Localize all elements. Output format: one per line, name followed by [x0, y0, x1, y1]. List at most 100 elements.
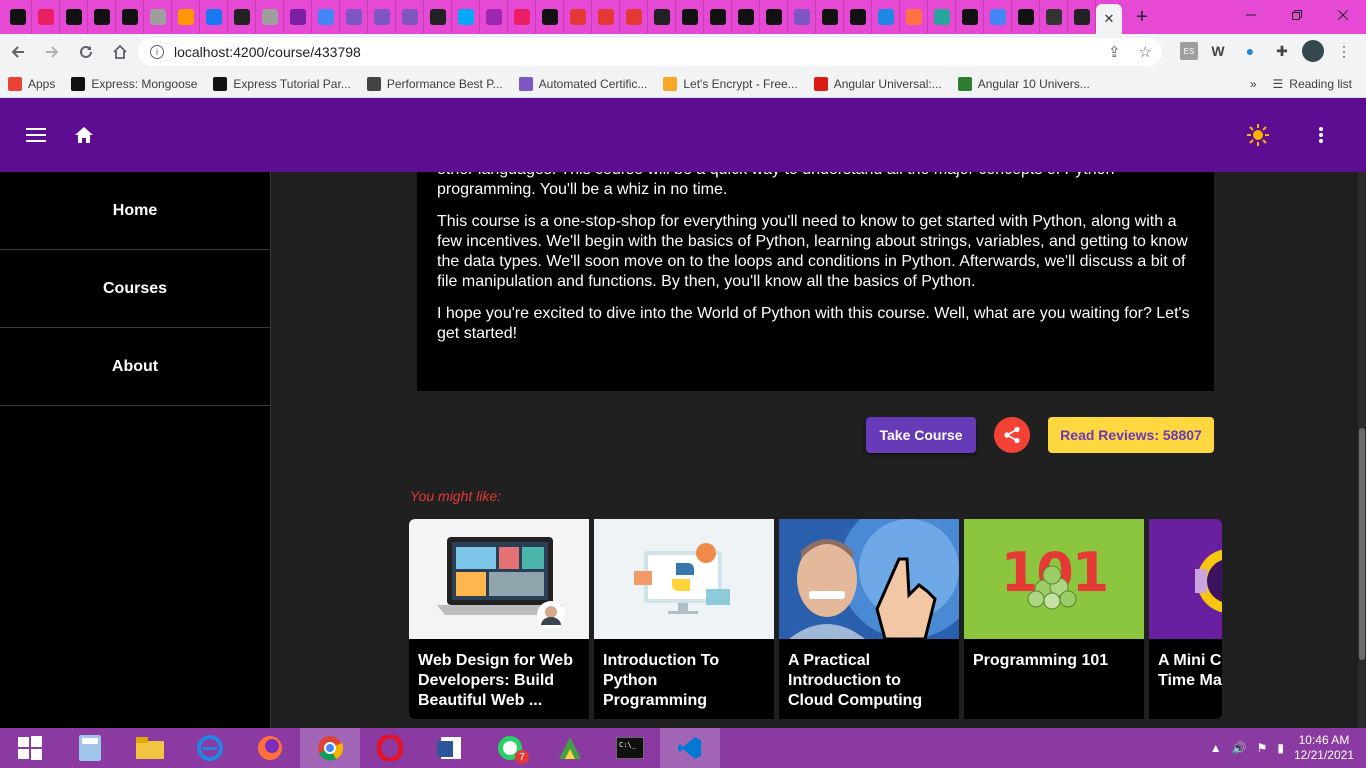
take-course-button[interactable]: Take Course — [866, 417, 976, 453]
vscode-icon[interactable] — [660, 728, 720, 768]
pinned-tab[interactable] — [564, 0, 592, 34]
url-bar[interactable]: i localhost:4200/course/433798 ⇪ ☆ — [138, 38, 1162, 66]
reload-icon[interactable] — [70, 36, 102, 68]
terminal-icon[interactable]: C:\_ — [600, 728, 660, 768]
pinned-tab[interactable] — [144, 0, 172, 34]
firefox-icon[interactable] — [240, 728, 300, 768]
windows-start-icon[interactable] — [0, 728, 60, 768]
more-vert-icon[interactable] — [1305, 119, 1337, 151]
share-page-icon[interactable]: ⇪ — [1108, 43, 1121, 61]
pinned-tab[interactable] — [508, 0, 536, 34]
bookmark-item[interactable]: Automated Certific... — [511, 76, 656, 91]
course-card[interactable]: A Mini Course on Time Management — [1149, 519, 1222, 719]
bluestacks-icon[interactable] — [540, 728, 600, 768]
bookmark-item[interactable]: Let's Encrypt - Free... — [655, 76, 805, 91]
sidenav-item-home[interactable]: Home — [0, 172, 270, 250]
show-hidden-icons[interactable]: ▲ — [1210, 741, 1222, 755]
pinned-tab[interactable] — [928, 0, 956, 34]
course-card[interactable]: A Practical Introduction to Cloud Comput… — [779, 519, 959, 719]
pinned-tab[interactable] — [816, 0, 844, 34]
pinned-tab[interactable] — [452, 0, 480, 34]
bookmark-item[interactable]: Express: Mongoose — [63, 76, 205, 91]
opera-icon[interactable] — [360, 728, 420, 768]
calculator-icon[interactable] — [60, 728, 120, 768]
more-bookmarks-icon[interactable]: » — [1250, 77, 1257, 91]
file-explorer-icon[interactable] — [120, 728, 180, 768]
internet-explorer-icon[interactable] — [180, 728, 240, 768]
sidenav-item-about[interactable]: About — [0, 328, 270, 406]
pinned-tab[interactable] — [760, 0, 788, 34]
pinned-tab[interactable] — [844, 0, 872, 34]
bookmark-item[interactable]: Angular 10 Univers... — [950, 76, 1098, 91]
pinned-tab[interactable] — [368, 0, 396, 34]
pinned-tab[interactable] — [32, 0, 60, 34]
pinned-tab[interactable] — [284, 0, 312, 34]
pinned-tab[interactable] — [424, 0, 452, 34]
bookmark-item[interactable]: Angular Universal:... — [806, 76, 950, 91]
pinned-tab[interactable] — [1068, 0, 1096, 34]
home-browser-icon[interactable] — [104, 36, 136, 68]
bookmark-item[interactable]: Performance Best P... — [359, 76, 511, 91]
pinned-tab[interactable] — [4, 0, 32, 34]
pinned-tab[interactable] — [1012, 0, 1040, 34]
pinned-tab[interactable] — [536, 0, 564, 34]
pinned-tab[interactable] — [88, 0, 116, 34]
page-scrollbar[interactable] — [1358, 172, 1366, 728]
active-tab-close-button[interactable]: ✕ — [1096, 4, 1122, 34]
whatsapp-icon[interactable]: 7 — [480, 728, 540, 768]
bookmark-item[interactable]: Express Tutorial Par... — [205, 76, 358, 91]
reading-list-button[interactable]: ☰ Reading list — [1273, 77, 1352, 91]
home-icon[interactable] — [68, 119, 100, 151]
pinned-tab[interactable] — [704, 0, 732, 34]
pinned-tab[interactable] — [312, 0, 340, 34]
pinned-tab[interactable] — [116, 0, 144, 34]
back-icon[interactable] — [2, 36, 34, 68]
share-button[interactable] — [994, 417, 1030, 453]
pinned-tab[interactable] — [872, 0, 900, 34]
extension-es-icon[interactable]: ES — [1180, 42, 1198, 60]
pinned-tab[interactable] — [172, 0, 200, 34]
close-window-icon[interactable] — [1320, 0, 1366, 30]
pinned-tab[interactable] — [648, 0, 676, 34]
word-icon[interactable] — [420, 728, 480, 768]
volume-icon[interactable]: 🔊 — [1232, 741, 1247, 755]
course-card[interactable]: Introduction To Python Programming — [594, 519, 774, 719]
pinned-tab[interactable] — [200, 0, 228, 34]
course-card[interactable]: Web Design for Web Developers: Build Bea… — [409, 519, 589, 719]
minimize-icon[interactable] — [1228, 0, 1274, 30]
pinned-tab[interactable] — [60, 0, 88, 34]
pinned-tab[interactable] — [676, 0, 704, 34]
course-card[interactable]: 101 Programming 101 — [964, 519, 1144, 719]
pinned-tab[interactable] — [620, 0, 648, 34]
pinned-tab[interactable] — [480, 0, 508, 34]
pinned-tab[interactable] — [732, 0, 760, 34]
flag-icon[interactable]: ⚑ — [1257, 741, 1268, 755]
apps-bookmark[interactable]: Apps — [0, 76, 63, 91]
pinned-tab[interactable] — [900, 0, 928, 34]
pinned-tab[interactable] — [984, 0, 1012, 34]
pinned-tab[interactable] — [956, 0, 984, 34]
read-reviews-button[interactable]: Read Reviews: 58807 — [1048, 417, 1214, 453]
wordpress-extension-icon[interactable]: W — [1206, 39, 1230, 63]
pinned-tab[interactable] — [592, 0, 620, 34]
sun-icon[interactable] — [1242, 119, 1274, 151]
network-icon[interactable]: ▮ — [1277, 741, 1284, 755]
new-tab-button[interactable]: + — [1122, 6, 1162, 29]
bookmark-star-icon[interactable]: ☆ — [1139, 43, 1152, 61]
chrome-icon[interactable] — [300, 728, 360, 768]
clock[interactable]: 10:46 AM 12/21/2021 — [1294, 733, 1354, 763]
pinned-tab[interactable] — [396, 0, 424, 34]
forward-icon[interactable] — [36, 36, 68, 68]
restore-icon[interactable] — [1274, 0, 1320, 30]
scrollbar-thumb[interactable] — [1359, 428, 1365, 660]
menu-icon[interactable] — [20, 119, 52, 151]
chrome-menu-icon[interactable]: ⋮ — [1332, 39, 1356, 63]
pinned-tab[interactable] — [340, 0, 368, 34]
pinned-tab[interactable] — [256, 0, 284, 34]
pinned-tab[interactable] — [228, 0, 256, 34]
pinned-tab[interactable] — [788, 0, 816, 34]
extensions-puzzle-icon[interactable]: ✚ — [1270, 39, 1294, 63]
pinned-tab[interactable] — [1040, 0, 1068, 34]
site-info-icon[interactable]: i — [150, 45, 164, 59]
sidenav-item-courses[interactable]: Courses — [0, 250, 270, 328]
